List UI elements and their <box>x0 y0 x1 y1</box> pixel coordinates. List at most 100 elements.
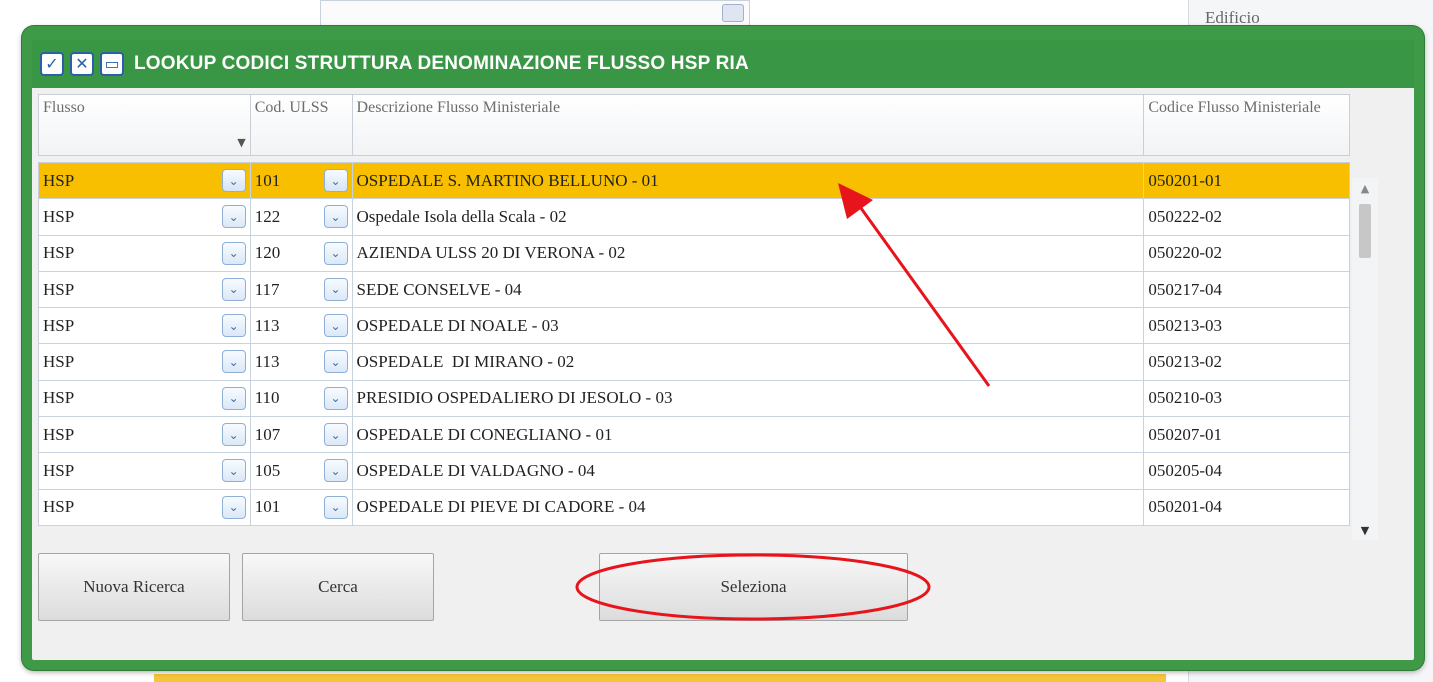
column-header-cod-ulss[interactable]: Cod. ULSS <box>251 95 353 155</box>
table-row[interactable]: HSP ⌄ 101 ⌄ OSPEDALE S. MARTINO BELLUNO - 01… <box>39 163 1349 200</box>
check-icon[interactable]: ✓ <box>40 52 64 76</box>
cell-descrizione-value: OSPEDALE DI PIEVE DI CADORE - 04 <box>356 497 646 517</box>
table-row[interactable]: HSP ⌄ 101 ⌄ OSPEDALE DI PIEVE DI CADORE - 04… <box>39 489 1349 526</box>
chevron-down-icon[interactable]: ⌄ <box>323 495 348 519</box>
chevron-down-icon[interactable]: ⌄ <box>221 350 246 374</box>
chevron-down-icon[interactable]: ⌄ <box>221 205 246 229</box>
cell-cod-ulss[interactable]: 122 ⌄ <box>251 199 353 235</box>
chevron-down-icon[interactable]: ⌄ <box>323 386 348 410</box>
cell-descrizione[interactable]: OSPEDALE DI CONEGLIANO - 01 <box>353 417 1145 453</box>
table-row[interactable]: HSP ⌄ 105 ⌄ OSPEDALE DI VALDAGNO - 04 050205-… <box>39 453 1349 490</box>
cell-flusso[interactable]: HSP ⌄ <box>39 417 251 453</box>
cell-descrizione[interactable]: OSPEDALE DI NOALE - 03 <box>353 308 1145 344</box>
table-row[interactable]: HSP ⌄ 107 ⌄ OSPEDALE DI CONEGLIANO - 01 05020… <box>39 417 1349 454</box>
cell-cod-ulss[interactable]: 101 ⌄ <box>251 163 353 199</box>
scroll-down-icon[interactable]: ▼ <box>1352 520 1378 540</box>
sort-arrow-icon[interactable]: ▼ <box>237 133 245 153</box>
chevron-down-icon[interactable]: ⌄ <box>221 423 246 447</box>
chevron-down-icon[interactable]: ⌄ <box>221 495 246 519</box>
cell-codice[interactable]: 050213-03 <box>1144 308 1349 343</box>
scroll-thumb[interactable] <box>1359 204 1371 258</box>
cell-codice[interactable]: 050205-04 <box>1144 453 1349 488</box>
cell-codice[interactable]: 050217-04 <box>1144 272 1349 307</box>
cell-cod-ulss[interactable]: 101 ⌄ <box>251 489 353 525</box>
cell-cod-ulss[interactable]: 120 ⌄ <box>251 235 353 271</box>
column-header-label: Cod. ULSS <box>254 99 329 116</box>
column-header-label: Descrizione Flusso Ministeriale <box>356 99 561 116</box>
cell-cod-ulss[interactable]: 105 ⌄ <box>251 453 353 489</box>
seleziona-button[interactable]: Seleziona <box>599 553 908 621</box>
dialog-titlebar: ✓ ✕ ▭ LOOKUP CODICI STRUTTURA DENOMINAZI… <box>32 40 1414 88</box>
cell-cod-ulss-value: 101 <box>254 497 281 517</box>
chevron-down-icon[interactable]: ⌄ <box>221 241 246 265</box>
cell-codice[interactable]: 050210-03 <box>1144 381 1349 416</box>
cell-descrizione[interactable]: Ospedale Isola della Scala - 02 <box>353 199 1145 235</box>
scroll-up-icon[interactable]: ▲ <box>1352 178 1378 198</box>
cell-codice[interactable]: 050201-01 <box>1144 163 1349 198</box>
chevron-down-icon[interactable]: ⌄ <box>323 423 348 447</box>
chevron-down-icon[interactable]: ⌄ <box>323 314 348 338</box>
cell-flusso[interactable]: HSP ⌄ <box>39 235 251 271</box>
cell-flusso[interactable]: HSP ⌄ <box>39 453 251 489</box>
table-row[interactable]: HSP ⌄ 122 ⌄ Ospedale Isola della Scala - 02 0… <box>39 199 1349 236</box>
chevron-down-icon[interactable]: ⌄ <box>221 169 246 192</box>
cell-codice-value: 050220-02 <box>1148 243 1222 263</box>
cell-cod-ulss[interactable]: 107 ⌄ <box>251 417 353 453</box>
table-row[interactable]: HSP ⌄ 113 ⌄ OSPEDALE DI NOALE - 03 050213-03 <box>39 308 1349 345</box>
cell-descrizione[interactable]: OSPEDALE DI VALDAGNO - 04 <box>353 453 1145 489</box>
table-row[interactable]: HSP ⌄ 110 ⌄ PRESIDIO OSPEDALIERO DI JESOLO -… <box>39 380 1349 418</box>
chevron-down-icon[interactable]: ⌄ <box>323 241 348 265</box>
cell-flusso[interactable]: HSP ⌄ <box>39 271 251 308</box>
cell-codice-value: 050207-01 <box>1148 424 1222 444</box>
cell-descrizione[interactable]: OSPEDALE S. MARTINO BELLUNO - 01 <box>353 163 1145 199</box>
cell-cod-ulss[interactable]: 113 ⌄ <box>251 344 353 380</box>
cell-flusso[interactable]: HSP ⌄ <box>39 489 251 525</box>
cell-cod-ulss[interactable]: 113 ⌄ <box>251 308 353 344</box>
chevron-down-icon[interactable]: ⌄ <box>323 205 348 229</box>
cell-codice[interactable]: 050207-01 <box>1144 417 1349 452</box>
column-header-codice[interactable]: Codice Flusso Ministeriale <box>1144 95 1349 155</box>
cell-codice[interactable]: 050201-04 <box>1144 490 1349 525</box>
cell-flusso-value: HSP <box>43 388 75 408</box>
window-icon[interactable]: ▭ <box>100 52 124 76</box>
cell-flusso-value: HSP <box>43 424 75 444</box>
cell-codice[interactable]: 050220-02 <box>1144 236 1349 271</box>
background-lookup-button <box>722 4 744 22</box>
cell-descrizione[interactable]: AZIENDA ULSS 20 DI VERONA - 02 <box>353 235 1145 271</box>
cell-flusso[interactable]: HSP ⌄ <box>39 380 251 417</box>
nuova-ricerca-button[interactable]: Nuova Ricerca <box>38 553 230 621</box>
cell-cod-ulss-value: 113 <box>254 315 280 335</box>
table-row[interactable]: HSP ⌄ 117 ⌄ SEDE CONSELVE - 04 050217-04 <box>39 271 1349 309</box>
grid-header: Flusso ▼ Cod. ULSS Descrizione Flusso Mi… <box>38 94 1350 156</box>
cell-cod-ulss-value: 101 <box>254 170 281 190</box>
cerca-button[interactable]: Cerca <box>242 553 434 621</box>
cell-flusso-value: HSP <box>43 206 75 226</box>
chevron-down-icon[interactable]: ⌄ <box>323 169 348 192</box>
cell-cod-ulss-value: 117 <box>254 279 280 299</box>
chevron-down-icon[interactable]: ⌄ <box>323 350 348 374</box>
cell-cod-ulss[interactable]: 117 ⌄ <box>251 271 353 308</box>
column-header-flusso[interactable]: Flusso ▼ <box>39 95 251 155</box>
table-row[interactable]: HSP ⌄ 113 ⌄ OSPEDALE DI MIRANO - 02 050213-02 <box>39 344 1349 381</box>
cell-codice[interactable]: 050213-02 <box>1144 344 1349 379</box>
chevron-down-icon[interactable]: ⌄ <box>323 459 348 483</box>
chevron-down-icon[interactable]: ⌄ <box>221 386 246 410</box>
cell-flusso[interactable]: HSP ⌄ <box>39 308 251 344</box>
cell-descrizione[interactable]: OSPEDALE DI PIEVE DI CADORE - 04 <box>353 489 1145 525</box>
cell-flusso[interactable]: HSP ⌄ <box>39 163 251 199</box>
chevron-down-icon[interactable]: ⌄ <box>323 277 348 301</box>
chevron-down-icon[interactable]: ⌄ <box>221 459 246 483</box>
cell-flusso[interactable]: HSP ⌄ <box>39 199 251 235</box>
cell-flusso[interactable]: HSP ⌄ <box>39 344 251 380</box>
chevron-down-icon[interactable]: ⌄ <box>221 314 246 338</box>
column-header-descrizione[interactable]: Descrizione Flusso Ministeriale <box>353 95 1145 155</box>
cell-descrizione[interactable]: OSPEDALE DI MIRANO - 02 <box>353 344 1145 380</box>
cell-codice[interactable]: 050222-02 <box>1144 199 1349 234</box>
chevron-down-icon[interactable]: ⌄ <box>221 277 246 301</box>
grid-scrollbar[interactable]: ▲ ▼ <box>1352 178 1378 540</box>
table-row[interactable]: HSP ⌄ 120 ⌄ AZIENDA ULSS 20 DI VERONA - 02 05… <box>39 235 1349 272</box>
cell-cod-ulss[interactable]: 110 ⌄ <box>251 380 353 417</box>
close-icon[interactable]: ✕ <box>70 52 94 76</box>
cell-descrizione[interactable]: SEDE CONSELVE - 04 <box>353 271 1145 308</box>
cell-descrizione[interactable]: PRESIDIO OSPEDALIERO DI JESOLO - 03 <box>353 380 1145 417</box>
